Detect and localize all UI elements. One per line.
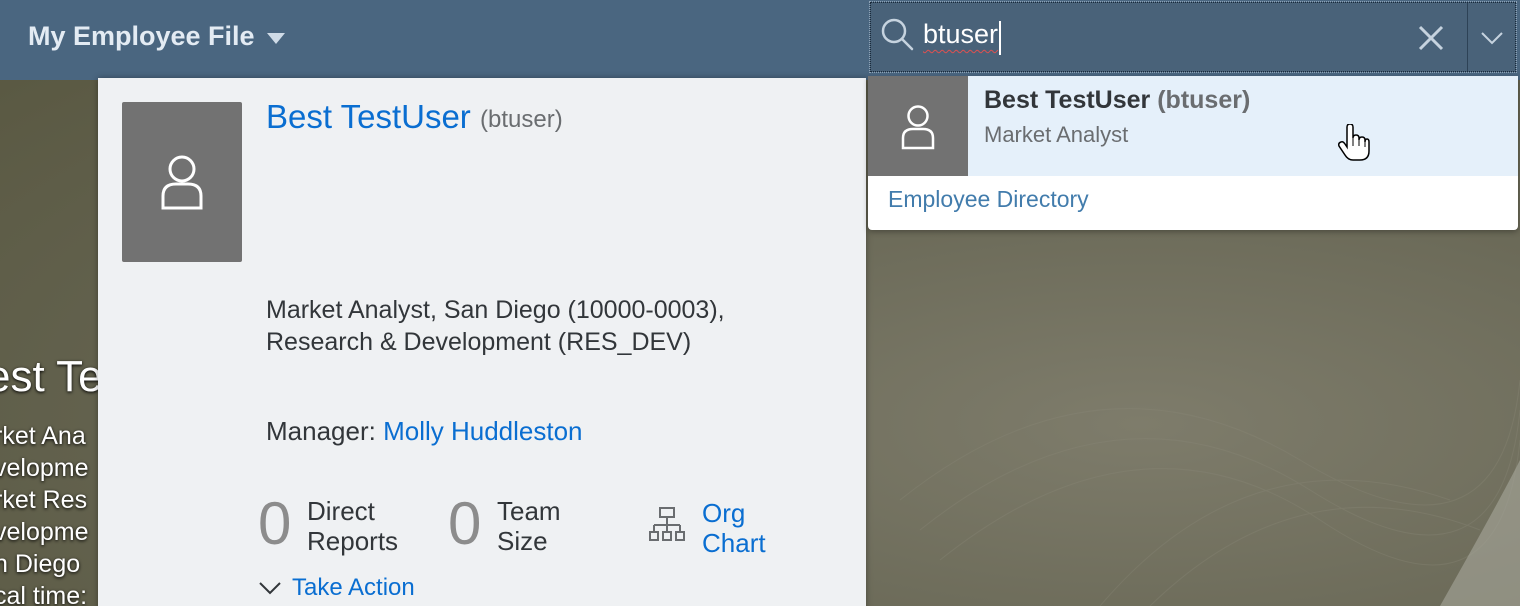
org-chart-link[interactable]: Org Chart: [702, 498, 782, 558]
person-icon: [901, 105, 935, 150]
clear-icon[interactable]: [1414, 21, 1448, 55]
chevron-down-icon[interactable]: [1477, 23, 1507, 53]
background-profile-name: est Te: [0, 352, 103, 401]
employee-user-id: (btuser): [480, 106, 563, 133]
caret-down-icon: [266, 32, 285, 44]
search-suggestions: Best TestUser (btuser) Market Analyst Em…: [868, 76, 1518, 230]
employee-directory-link[interactable]: Employee Directory: [888, 186, 1089, 213]
app-title: My Employee File: [28, 20, 255, 51]
chevron-down-icon: [259, 582, 281, 595]
manager-link[interactable]: Molly Huddleston: [383, 416, 582, 446]
search-icon: [881, 18, 914, 51]
people-search-field[interactable]: btuser: [869, 1, 1517, 73]
search-input[interactable]: btuser: [923, 19, 998, 50]
team-size-count: 0: [448, 490, 482, 557]
background-line: rket Ana: [0, 422, 86, 450]
take-action-label: Take Action: [292, 574, 415, 601]
app-title-menu[interactable]: My Employee File: [28, 18, 285, 54]
background-line: cal time:: [0, 582, 88, 606]
suggestion-job-title: Market Analyst: [984, 122, 1129, 147]
suggestion-name: Best TestUser (btuser): [984, 86, 1250, 115]
background-line: rket Res: [0, 486, 88, 514]
direct-reports-label: Direct Reports: [307, 496, 399, 556]
person-icon: [161, 155, 203, 210]
take-action-button[interactable]: Take Action: [258, 574, 415, 602]
employee-name-link[interactable]: Best TestUser: [266, 98, 471, 136]
suggestion-user-id: (btuser): [1157, 86, 1251, 114]
avatar: [868, 76, 968, 176]
avatar: [122, 102, 242, 262]
background-line: n Diego: [0, 550, 81, 578]
text-cursor: [999, 21, 1001, 55]
direct-reports-count: 0: [258, 490, 292, 557]
background-line: velopme: [0, 454, 89, 482]
background-line: velopme: [0, 518, 89, 546]
suggestion-item[interactable]: Best TestUser (btuser) Market Analyst: [868, 76, 1518, 176]
employee-quickcard: Best TestUser (btuser) Market Analyst, S…: [98, 78, 866, 606]
manager-row: Manager: Molly Huddleston: [266, 416, 583, 447]
job-info: Market Analyst, San Diego (10000-0003), …: [266, 296, 725, 356]
hand-pointer-cursor: [1338, 124, 1370, 161]
team-size-label: Team Size: [497, 496, 561, 556]
divider: [1467, 3, 1468, 71]
org-chart-icon[interactable]: [648, 506, 686, 544]
suggestion-name-text: Best TestUser: [984, 86, 1151, 114]
background-profile-details: rket Ana velopme rket Res velopme n Dieg…: [0, 420, 89, 606]
manager-label: Manager:: [266, 416, 376, 446]
